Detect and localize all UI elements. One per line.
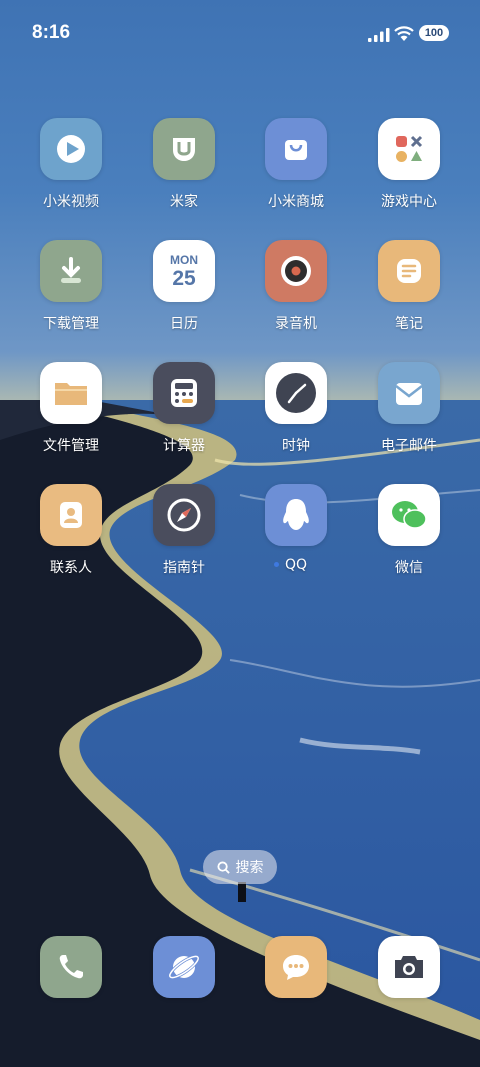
wifi-icon <box>394 26 414 41</box>
dock-camera-button[interactable] <box>359 936 459 998</box>
app-8[interactable]: 笔记 <box>359 240 459 333</box>
app-label: 游戏中心 <box>381 194 437 210</box>
dock-browser-button[interactable] <box>134 936 234 998</box>
mail-icon <box>378 362 440 424</box>
app-6[interactable]: MON 25 日历 <box>134 240 234 333</box>
battery-icon: 100 <box>419 25 449 41</box>
camera-icon <box>378 936 440 998</box>
app-label: QQ <box>284 557 308 573</box>
dock-messages-button[interactable] <box>246 936 346 998</box>
app-15[interactable]: QQ <box>246 484 346 573</box>
notes-icon <box>378 240 440 302</box>
phone-icon <box>40 936 102 998</box>
app-13[interactable]: 联系人 <box>21 484 121 577</box>
calendar-date: 25 <box>172 266 196 290</box>
app-label: 电子邮件 <box>381 438 437 454</box>
mijia-icon <box>153 118 215 180</box>
status-time: 8:16 <box>32 22 71 43</box>
status-bar: 8:16 100 <box>0 0 480 68</box>
app-14[interactable]: 指南针 <box>134 484 234 577</box>
app-2[interactable]: 米家 <box>134 118 234 211</box>
app-label: 指南针 <box>163 560 205 576</box>
app-9[interactable]: 文件管理 <box>21 362 121 455</box>
dock-phone-button[interactable] <box>21 936 121 998</box>
download-icon <box>40 240 102 302</box>
calendar-icon: MON 25 <box>153 240 215 302</box>
contact-icon <box>40 484 102 546</box>
clock-icon <box>265 362 327 424</box>
app-label: 下载管理 <box>43 316 99 332</box>
app-12[interactable]: 电子邮件 <box>359 362 459 455</box>
app-label: 笔记 <box>395 316 423 332</box>
app-label: 计算器 <box>163 438 205 454</box>
qq-penguin-icon <box>265 484 327 546</box>
app-label: 录音机 <box>275 316 317 332</box>
app-label: 文件管理 <box>43 438 99 454</box>
search-icon <box>216 860 230 874</box>
shopping-bag-icon <box>265 118 327 180</box>
folder-icon <box>40 362 102 424</box>
app-label: 小米商城 <box>268 194 324 210</box>
video-play-icon <box>40 118 102 180</box>
app-label: 小米视频 <box>43 194 99 210</box>
app-label: 时钟 <box>282 438 310 454</box>
wechat-icon <box>378 484 440 546</box>
compass-icon <box>153 484 215 546</box>
app-16[interactable]: 微信 <box>359 484 459 577</box>
app-10[interactable]: 计算器 <box>134 362 234 455</box>
app-7[interactable]: 录音机 <box>246 240 346 333</box>
app-label: 微信 <box>395 560 423 576</box>
signal-icon <box>368 28 390 42</box>
calendar-day: MON <box>170 252 198 267</box>
app-label: 日历 <box>170 316 198 332</box>
app-4[interactable]: 游戏中心 <box>359 118 459 211</box>
search-pill[interactable]: 搜索 <box>203 850 277 884</box>
app-label: 联系人 <box>50 560 92 576</box>
new-indicator-dot <box>274 562 279 567</box>
search-label: 搜索 <box>235 860 264 876</box>
app-5[interactable]: 下载管理 <box>21 240 121 333</box>
game-shapes-icon <box>378 118 440 180</box>
planet-icon <box>153 936 215 998</box>
app-label: 米家 <box>170 194 198 210</box>
app-11[interactable]: 时钟 <box>246 362 346 455</box>
recorder-icon <box>265 240 327 302</box>
app-1[interactable]: 小米视频 <box>21 118 121 211</box>
message-bubble-icon <box>265 936 327 998</box>
calculator-icon <box>153 362 215 424</box>
app-3[interactable]: 小米商城 <box>246 118 346 211</box>
